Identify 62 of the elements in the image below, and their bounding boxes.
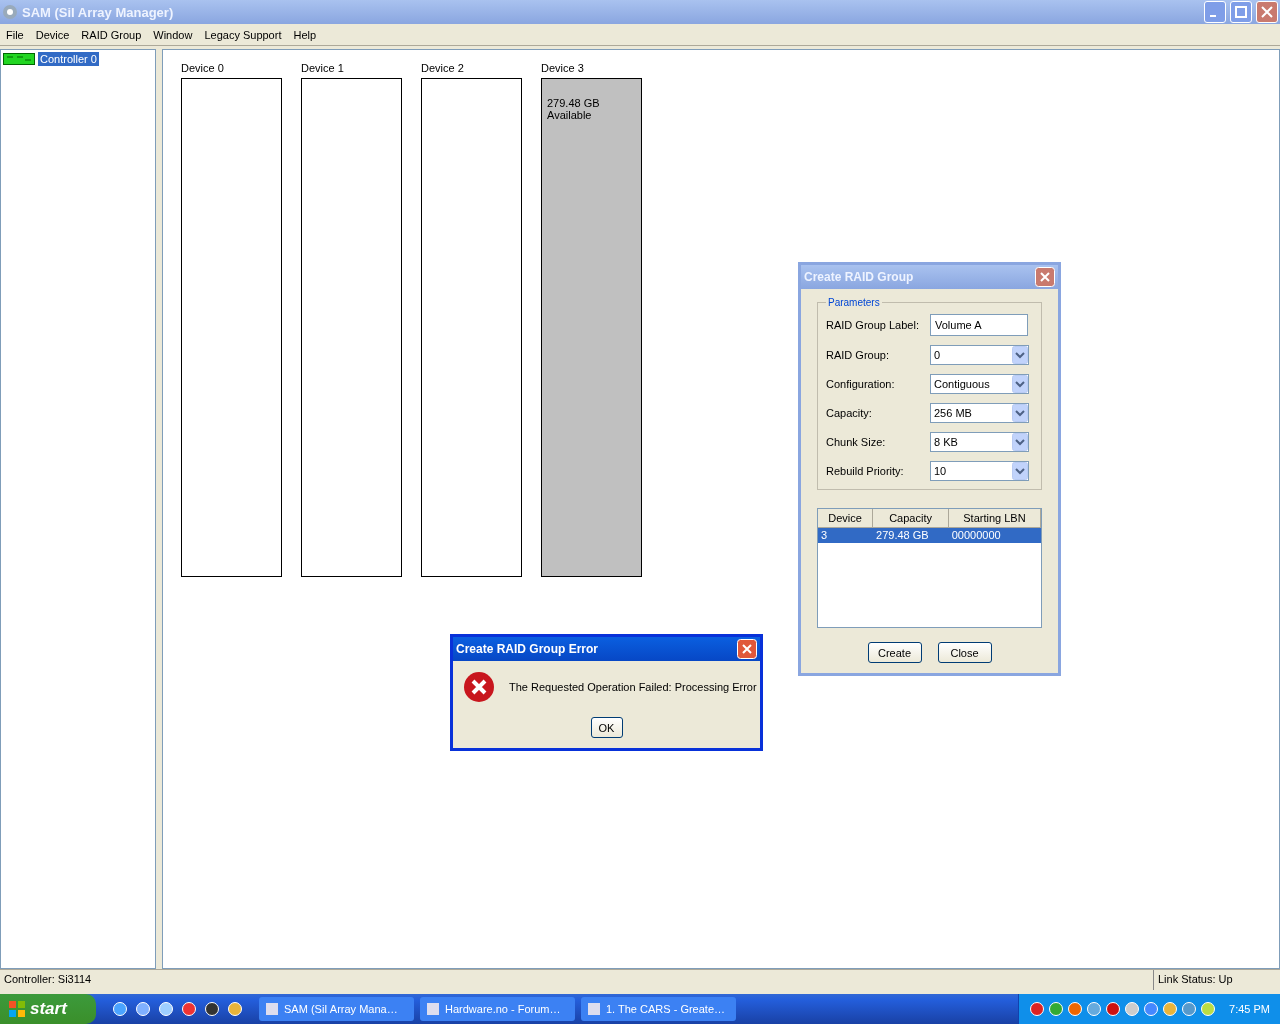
windows-logo-icon — [8, 1000, 26, 1018]
column-header[interactable]: Starting LBN — [948, 509, 1041, 527]
field-label: Rebuild Priority: — [826, 465, 905, 477]
dropdown[interactable]: 8 KB — [930, 432, 1029, 452]
close-icon — [1261, 6, 1273, 18]
field-label: RAID Group Label: — [826, 319, 920, 331]
ok-button[interactable]: OK — [590, 717, 623, 738]
close-button[interactable] — [1256, 1, 1278, 23]
dropdown[interactable]: 256 MB — [930, 403, 1029, 423]
window-icon — [265, 1002, 279, 1016]
menu-item[interactable]: File — [0, 28, 30, 41]
dialog-button[interactable]: Create — [867, 642, 922, 663]
device-status: Available — [547, 109, 593, 121]
close-icon[interactable] — [1035, 267, 1055, 287]
table-row[interactable]: 3 279.48 GB 00000000 — [818, 528, 1041, 543]
dropdown[interactable]: 0 — [930, 345, 1029, 365]
menu-item[interactable]: Help — [287, 28, 323, 41]
field-label: Chunk Size: — [826, 436, 887, 448]
menu-item[interactable]: Legacy Support — [198, 28, 288, 41]
device-bar[interactable] — [181, 78, 282, 577]
taskbar-button[interactable]: Hardware.no - Forum… — [420, 997, 575, 1021]
maximize-button[interactable] — [1230, 1, 1252, 23]
minimize-button[interactable] — [1204, 1, 1226, 23]
device-label: Device 3 — [541, 62, 585, 74]
input-field[interactable]: Volume A — [930, 314, 1028, 336]
controller-status: Controller: Si3114 — [3, 972, 93, 987]
taskbar-button[interactable]: SAM (SiI Array Mana… — [259, 997, 414, 1021]
maximize-icon — [1235, 6, 1247, 18]
field-label: RAID Group: — [826, 349, 890, 361]
device-label: Device 1 — [301, 62, 345, 74]
dialog-button[interactable]: Close — [937, 642, 992, 663]
clock: 7:45 PM — [1229, 1003, 1270, 1015]
field-label: Configuration: — [826, 378, 896, 390]
error-icon — [463, 671, 495, 703]
taskbar-button[interactable]: 1. The CARS - Greate… — [581, 997, 736, 1021]
column-header[interactable]: Capacity — [873, 509, 949, 527]
field-label: Capacity: — [826, 407, 873, 419]
dropdown[interactable]: 10 — [930, 461, 1029, 481]
device-label: Device 2 — [421, 62, 465, 74]
window-title: SAM (SiI Array Manager) — [22, 4, 175, 20]
start-button[interactable]: start — [0, 994, 96, 1024]
device-bar[interactable] — [421, 78, 522, 577]
menu-item[interactable]: Device — [29, 28, 76, 41]
link-status: Link Status: Up — [1153, 970, 1280, 990]
dropdown[interactable]: Contiguous — [930, 374, 1029, 394]
dialog-title: Create RAID Group — [804, 270, 915, 284]
menu-item[interactable]: RAID Group — [75, 28, 148, 41]
window-icon — [587, 1002, 601, 1016]
device-bar[interactable] — [301, 78, 402, 577]
minimize-icon — [1210, 15, 1216, 17]
window-icon — [426, 1002, 440, 1016]
group-title: Parameters — [827, 297, 881, 308]
device-label: Device 0 — [181, 62, 225, 74]
menu-item[interactable]: Window — [147, 28, 199, 41]
error-message: The Requested Operation Failed: Processing Error — [509, 681, 757, 693]
device-capacity: 279.48 GB — [547, 97, 601, 109]
column-header[interactable]: Device — [818, 509, 874, 527]
tree-item[interactable]: Controller 0 — [38, 52, 99, 66]
device-bar[interactable]: 279.48 GB Available — [541, 78, 642, 577]
dialog-title: Create RAID Group Error — [456, 642, 600, 656]
close-icon[interactable] — [737, 639, 757, 659]
controller-card-icon — [3, 53, 35, 65]
